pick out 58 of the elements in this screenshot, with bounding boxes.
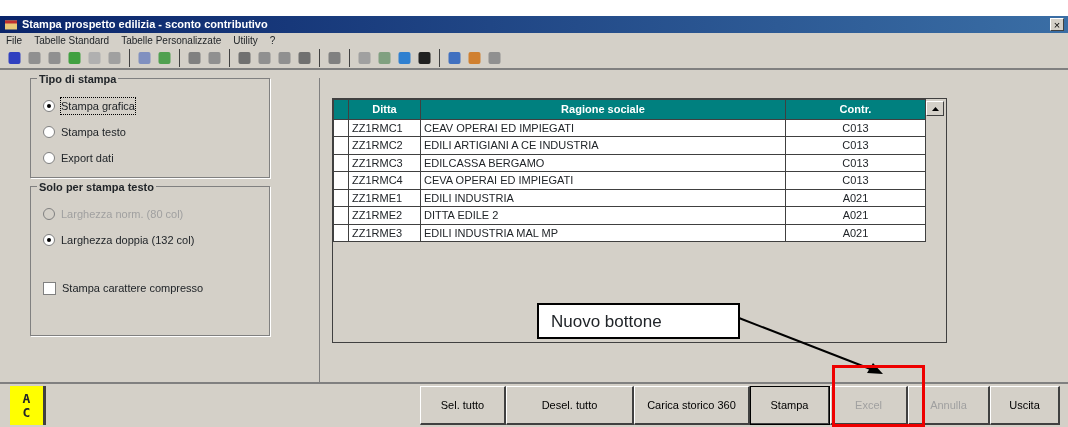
radio-button[interactable]	[43, 234, 55, 246]
table-cell: ZZ1RMC2	[348, 136, 421, 154]
table-cell: ZZ1RME3	[348, 224, 421, 242]
table-cell: ZZ1RME2	[348, 206, 421, 224]
close-button[interactable]: ×	[1050, 18, 1064, 31]
row-selector[interactable]	[333, 154, 349, 172]
toolbar-button[interactable]: Uscita	[990, 386, 1060, 425]
radio-label[interactable]: Export dati	[61, 149, 114, 167]
table-cell: ZZ1RMC3	[348, 154, 421, 172]
table-cell: C013	[785, 154, 926, 172]
table-cell: EDILI INDUSTRIA	[420, 189, 786, 207]
table-cell: A021	[785, 224, 926, 242]
app-icon	[4, 18, 18, 31]
table-cell: ZZ1RMC1	[348, 119, 421, 137]
table-cell: EDILI ARTIGIANI A CE INDUSTRIA	[420, 136, 786, 154]
menu-item[interactable]: Tabelle Personalizzate	[121, 33, 222, 48]
radio-label[interactable]: Stampa testo	[61, 123, 126, 141]
menu-item[interactable]: File	[6, 33, 23, 48]
menu-item[interactable]: ?	[269, 33, 276, 48]
checkbox-label[interactable]: Stampa carattere compresso	[62, 279, 204, 297]
row-selector[interactable]	[333, 189, 349, 207]
table-cell: CEVA OPERAI ED IMPIEGATI	[420, 171, 786, 189]
table-cell: C013	[785, 171, 926, 189]
table-cell: ZZ1RME1	[348, 189, 421, 207]
checkbox[interactable]	[43, 281, 56, 295]
radio-button[interactable]	[43, 152, 55, 164]
table-cell: ZZ1RMC4	[348, 171, 421, 189]
table-cell: A021	[785, 206, 926, 224]
table-cell: EDILCASSA BERGAMO	[420, 154, 786, 172]
table-cell: C013	[785, 119, 926, 137]
column-header: Contr.	[785, 99, 926, 119]
window-title: Stampa prospetto edilizia - sconto contributivo	[22, 17, 269, 33]
table-cell: EDILI INDUSTRIA MAL MP	[420, 224, 786, 242]
column-header: Ragione sociale	[420, 99, 786, 119]
toolbar-button[interactable]: Desel. tutto	[506, 386, 634, 425]
radio-label[interactable]: Stampa grafica	[61, 97, 135, 115]
row-selector[interactable]	[333, 119, 349, 137]
callout-label: Nuovo bottone	[537, 303, 740, 339]
row-selector[interactable]	[333, 224, 349, 242]
row-selector[interactable]	[333, 206, 349, 224]
toolbar-button[interactable]: Carica storico 360	[634, 386, 750, 425]
row-selector[interactable]	[333, 136, 349, 154]
menu-item[interactable]: Tabelle Standard	[34, 33, 110, 48]
table-cell: A021	[785, 189, 926, 207]
table-cell: DITTA EDILE 2	[420, 206, 786, 224]
radio-button[interactable]	[43, 126, 55, 138]
table-cell: CEAV OPERAI ED IMPIEGATI	[420, 119, 786, 137]
column-header: Ditta	[348, 99, 421, 119]
logo: A C	[10, 386, 46, 425]
toolbar-button[interactable]: Sel. tutto	[420, 386, 506, 425]
row-selector[interactable]	[333, 171, 349, 189]
radio-label[interactable]: Larghezza doppia (132 col)	[61, 231, 195, 249]
table-cell: C013	[785, 136, 926, 154]
scroll-up-button[interactable]	[926, 101, 944, 116]
radio-button[interactable]	[43, 100, 55, 112]
menu-item[interactable]: Utility	[233, 33, 258, 48]
caret-icon	[931, 106, 939, 111]
toolbar-button[interactable]: Stampa	[750, 386, 830, 425]
